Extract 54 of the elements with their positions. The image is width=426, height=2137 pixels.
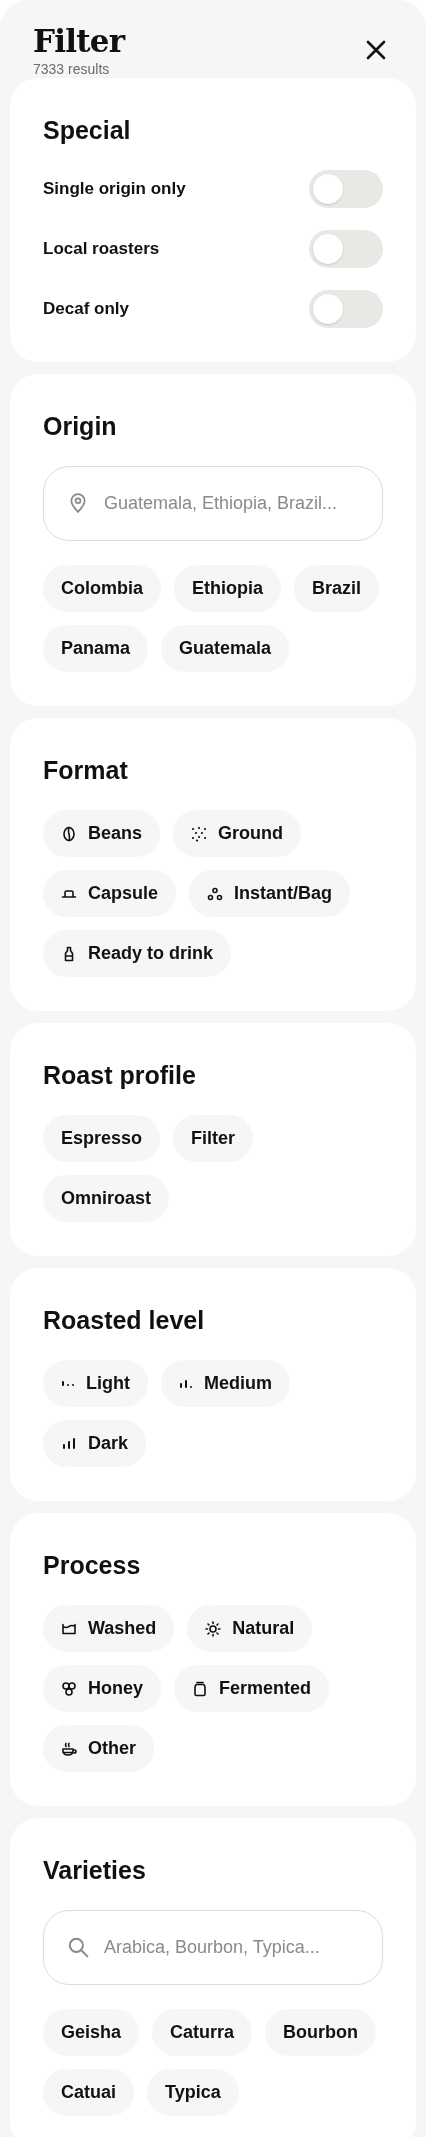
search-field[interactable]: Arabica, Bourbon, Typica... bbox=[43, 1910, 383, 1985]
results-count: 7333 results bbox=[33, 60, 111, 78]
filter-chip[interactable]: Light bbox=[43, 1360, 148, 1407]
jar-icon bbox=[192, 1680, 208, 1697]
section-title: Special bbox=[43, 115, 132, 146]
filter-chip[interactable]: Washed bbox=[43, 1605, 175, 1652]
toggle-label: Single origin only bbox=[43, 178, 186, 201]
signal-icon bbox=[179, 1378, 193, 1389]
signal-icon bbox=[61, 1435, 77, 1452]
section-title: Process bbox=[43, 1550, 142, 1581]
filter-chip[interactable]: Ready to drink bbox=[43, 930, 232, 977]
search-field[interactable]: Guatemala, Ethiopia, Brazil... bbox=[43, 466, 383, 541]
filter-chip[interactable]: Medium bbox=[161, 1360, 290, 1407]
search-icon bbox=[67, 1936, 89, 1958]
toggle-switch[interactable] bbox=[309, 170, 383, 208]
signal-icon bbox=[61, 1380, 75, 1387]
filter-chip[interactable]: Ground bbox=[173, 810, 302, 857]
filter-chip[interactable]: Filter bbox=[173, 1115, 254, 1162]
section-title: Roast profile bbox=[43, 1060, 197, 1091]
filter-chip[interactable]: Fermented bbox=[174, 1665, 330, 1712]
filter-chip[interactable]: Catuai bbox=[43, 2069, 134, 2116]
toggle-switch[interactable] bbox=[309, 230, 383, 268]
honeycomb-icon bbox=[61, 1680, 77, 1697]
section-title: Origin bbox=[43, 411, 118, 442]
filter-chip[interactable]: Colombia bbox=[43, 565, 161, 612]
filter-chip[interactable]: Dark bbox=[43, 1420, 147, 1467]
toggle-switch[interactable] bbox=[309, 290, 383, 328]
filter-chip[interactable]: Espresso bbox=[43, 1115, 161, 1162]
section-title: Roasted level bbox=[43, 1305, 206, 1336]
cup-icon bbox=[61, 1740, 77, 1757]
filter-chip[interactable]: Instant/Bag bbox=[189, 870, 351, 917]
section-title: Format bbox=[43, 755, 129, 786]
filter-chip[interactable]: Panama bbox=[43, 625, 149, 672]
drops-icon bbox=[207, 885, 224, 902]
filter-chip[interactable]: Geisha bbox=[43, 2009, 140, 2056]
bean-icon bbox=[61, 825, 77, 842]
filter-chip[interactable]: Other bbox=[43, 1725, 154, 1772]
toggle-label: Local roasters bbox=[43, 238, 160, 261]
filter-chip[interactable]: Caturra bbox=[152, 2009, 253, 2056]
filter-chip[interactable]: Natural bbox=[187, 1605, 313, 1652]
filter-chip[interactable]: Ethiopia bbox=[174, 565, 281, 612]
dots-icon bbox=[191, 825, 208, 842]
filter-chip[interactable]: Typica bbox=[147, 2069, 239, 2116]
filter-chip[interactable]: Honey bbox=[43, 1665, 161, 1712]
sun-icon bbox=[205, 1620, 222, 1637]
filter-chip[interactable]: Guatemala bbox=[161, 625, 290, 672]
section-title: Varieties bbox=[43, 1855, 147, 1886]
toggle-label: Decaf only bbox=[43, 298, 129, 321]
filter-chip[interactable]: Capsule bbox=[43, 870, 177, 917]
filter-chip[interactable]: Beans bbox=[43, 810, 161, 857]
filter-chip[interactable]: Brazil bbox=[294, 565, 380, 612]
page-title: Filter bbox=[33, 22, 125, 60]
filter-chip[interactable]: Omniroast bbox=[43, 1175, 170, 1222]
filter-chip[interactable]: Bourbon bbox=[265, 2009, 377, 2056]
